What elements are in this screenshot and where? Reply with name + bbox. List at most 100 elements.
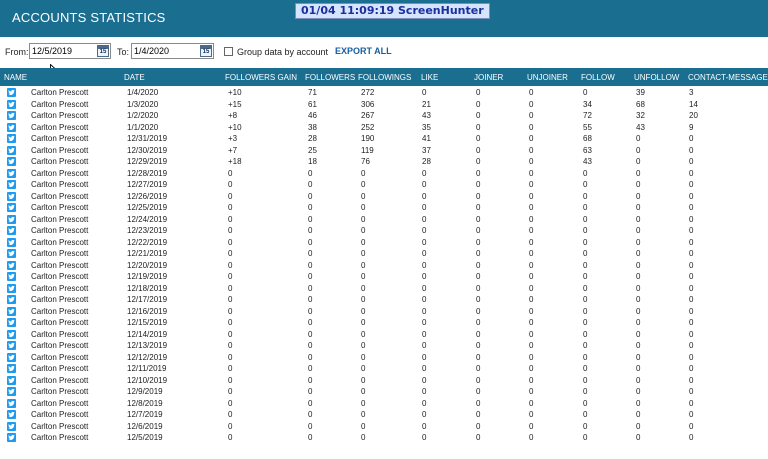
cell-followers-gain: 0 (228, 249, 233, 258)
table-row[interactable]: Carlton Prescott 1/1/2020 +10 38 252 35 0 0 55 43… (0, 122, 768, 134)
cell-followers: 0 (308, 387, 313, 396)
cell-joiner: 0 (476, 134, 481, 143)
to-date-picker[interactable]: 15 (131, 43, 214, 59)
cell-followers-gain: +15 (228, 99, 242, 109)
column-header-like[interactable]: LIKE (421, 73, 438, 82)
cell-followings: 0 (361, 433, 366, 442)
twitter-icon (7, 88, 16, 97)
cell-name: Carlton Prescott (31, 122, 89, 132)
table-row[interactable]: Carlton Prescott 12/21/2019 0 0 0 0 0 0 0 0 0 (0, 248, 768, 260)
cell-unfollow: 0 (636, 375, 641, 385)
table-row[interactable]: Carlton Prescott 12/8/2019 0 0 0 0 0 0 0 0 0 (0, 398, 768, 410)
cell-follow: 0 (583, 180, 588, 189)
column-header-name[interactable]: NAME (4, 73, 27, 82)
cell-name: Carlton Prescott (31, 352, 89, 362)
column-header-date[interactable]: DATE (124, 73, 145, 82)
table-row[interactable]: Carlton Prescott 12/23/2019 0 0 0 0 0 0 0 0 0 (0, 225, 768, 237)
table-row[interactable]: Carlton Prescott 12/19/2019 0 0 0 0 0 0 0 0 0 (0, 271, 768, 283)
cell-followers: 25 (308, 145, 317, 155)
table-row[interactable]: Carlton Prescott 12/11/2019 0 0 0 0 0 0 0 0 0 (0, 363, 768, 375)
cell-followings: 0 (361, 295, 366, 304)
table-row[interactable]: Carlton Prescott 12/18/2019 0 0 0 0 0 0 0 0 0 (0, 283, 768, 295)
cell-followers-gain: 0 (228, 226, 233, 235)
column-header-unjoiner[interactable]: UNJOINER (527, 73, 568, 82)
table-row[interactable]: Carlton Prescott 12/13/2019 0 0 0 0 0 0 0 0 0 (0, 340, 768, 352)
from-date-input[interactable] (32, 45, 94, 57)
table-row[interactable]: Carlton Prescott 12/31/2019 +3 28 190 41 0 0 68 0… (0, 133, 768, 145)
table-row[interactable]: Carlton Prescott 12/15/2019 0 0 0 0 0 0 0 0 0 (0, 317, 768, 329)
calendar-icon[interactable]: 15 (200, 45, 212, 57)
twitter-icon (7, 214, 16, 224)
table-row[interactable]: Carlton Prescott 12/6/2019 0 0 0 0 0 0 0 0 0 (0, 421, 768, 433)
table-row[interactable]: Carlton Prescott 12/22/2019 0 0 0 0 0 0 0 0 0 (0, 237, 768, 249)
cell-date: 12/29/2019 (127, 157, 168, 166)
column-header-follow[interactable]: FOLLOW (581, 73, 615, 82)
cell-contact-message: 0 (689, 272, 694, 281)
table-row[interactable]: Carlton Prescott 12/27/2019 0 0 0 0 0 0 0 0 0 (0, 179, 768, 191)
cell-like: 0 (422, 410, 427, 419)
to-date-input[interactable] (134, 45, 196, 57)
cell-joiner: 0 (476, 410, 481, 419)
table-row[interactable]: Carlton Prescott 1/3/2020 +15 61 306 21 0 0 34 68… (0, 99, 768, 111)
table-row[interactable]: Carlton Prescott 12/28/2019 0 0 0 0 0 0 0 0 0 (0, 168, 768, 180)
column-header-followings[interactable]: FOLLOWINGS (358, 73, 411, 82)
table-row[interactable]: Carlton Prescott 12/24/2019 0 0 0 0 0 0 0 0 0 (0, 214, 768, 226)
table-row[interactable]: Carlton Prescott 12/12/2019 0 0 0 0 0 0 0 0 0 (0, 352, 768, 364)
table-row[interactable]: Carlton Prescott 12/16/2019 0 0 0 0 0 0 0 0 0 (0, 306, 768, 318)
cell-like: 0 (422, 352, 427, 362)
table-row[interactable]: Carlton Prescott 12/14/2019 0 0 0 0 0 0 0 0 0 (0, 329, 768, 341)
cell-name: Carlton Prescott (31, 214, 89, 224)
table-row[interactable]: Carlton Prescott 12/20/2019 0 0 0 0 0 0 0 0 0 (0, 260, 768, 272)
twitter-icon (7, 237, 16, 247)
table-row[interactable]: Carlton Prescott 12/30/2019 +7 25 119 37 0 0 63 0… (0, 145, 768, 157)
calendar-icon[interactable]: 15 (97, 45, 109, 57)
table-row[interactable]: Carlton Prescott 12/7/2019 0 0 0 0 0 0 0 0 0 (0, 409, 768, 421)
cell-contact-message: 0 (689, 145, 694, 155)
table-row[interactable]: Carlton Prescott 12/26/2019 0 0 0 0 0 0 0 0 0 (0, 191, 768, 203)
export-all-button[interactable]: EXPORT ALL (335, 46, 392, 56)
cell-followings: 0 (361, 375, 366, 385)
cell-like: 0 (422, 433, 427, 442)
cell-followers-gain: 0 (228, 318, 233, 327)
table-row[interactable]: Carlton Prescott 12/17/2019 0 0 0 0 0 0 0 0 0 (0, 294, 768, 306)
cell-follow: 0 (583, 295, 588, 304)
cell-contact-message: 0 (689, 421, 694, 431)
twitter-icon (7, 111, 16, 120)
table-row[interactable]: Carlton Prescott 12/29/2019 +18 18 76 28 0 0 43 0… (0, 156, 768, 168)
cell-follow: 63 (583, 145, 592, 155)
cell-contact-message: 0 (689, 260, 694, 270)
column-header-followers-gain[interactable]: FOLLOWERS GAIN (225, 73, 297, 82)
cell-followings: 0 (361, 191, 366, 201)
cell-follow: 0 (583, 283, 588, 293)
cell-date: 12/12/2019 (127, 352, 168, 362)
group-by-account-checkbox[interactable] (224, 47, 233, 56)
cell-follow: 0 (583, 375, 588, 385)
calendar-day: 15 (99, 49, 107, 55)
twitter-icon (7, 398, 16, 408)
cell-unjoiner: 0 (529, 237, 534, 247)
cell-date: 1/1/2020 (127, 122, 159, 132)
cell-date: 12/8/2019 (127, 398, 163, 408)
cell-date: 12/30/2019 (127, 145, 168, 155)
from-date-picker[interactable]: 15 (29, 43, 111, 59)
cell-name: Carlton Prescott (31, 272, 89, 281)
cell-follow: 0 (583, 341, 588, 350)
cell-name: Carlton Prescott (31, 157, 89, 166)
column-header-followers[interactable]: FOLLOWERS (305, 73, 355, 82)
cell-like: 0 (422, 318, 427, 327)
cell-followers-gain: 0 (228, 306, 233, 316)
cell-follow: 43 (583, 157, 592, 166)
group-by-account-label[interactable]: Group data by account (237, 47, 328, 57)
to-label: To: (117, 47, 130, 57)
column-header-contact-message[interactable]: CONTACT-MESSAGE (688, 73, 768, 82)
column-header-joiner[interactable]: JOINER (474, 73, 503, 82)
table-row[interactable]: Carlton Prescott 12/10/2019 0 0 0 0 0 0 0 0 0 (0, 375, 768, 387)
cell-followers-gain: 0 (228, 191, 233, 201)
table-row[interactable]: Carlton Prescott 1/4/2020 +10 71 272 0 0 0 0 39 3 (0, 87, 768, 99)
table-row[interactable]: Carlton Prescott 12/9/2019 0 0 0 0 0 0 0 0 0 (0, 386, 768, 398)
cell-followers: 71 (308, 88, 317, 97)
column-header-unfollow[interactable]: UNFOLLOW (634, 73, 679, 82)
table-row[interactable]: Carlton Prescott 12/5/2019 0 0 0 0 0 0 0 0 0 (0, 432, 768, 444)
table-row[interactable]: Carlton Prescott 1/2/2020 +8 46 267 43 0 0 72 32 2… (0, 110, 768, 122)
table-row[interactable]: Carlton Prescott 12/25/2019 0 0 0 0 0 0 0 0 0 (0, 202, 768, 214)
